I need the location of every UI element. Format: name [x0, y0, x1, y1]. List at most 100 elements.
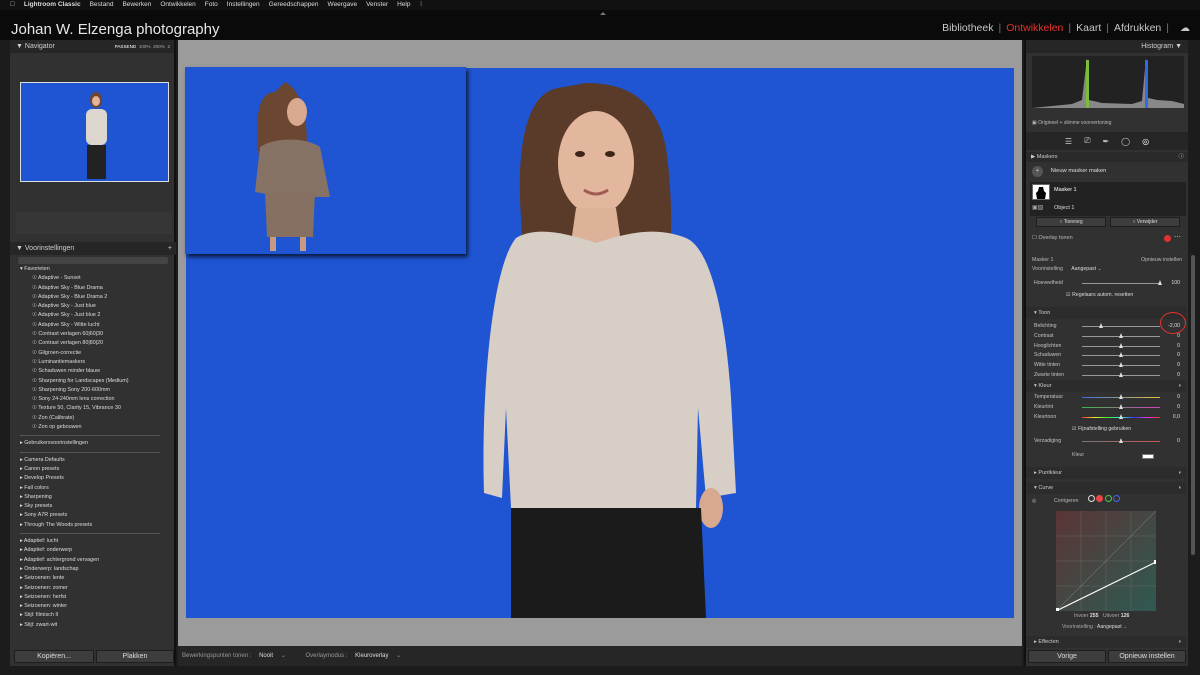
module-bibliotheek[interactable]: Bibliotheek — [942, 22, 993, 34]
slider-knob[interactable] — [1118, 332, 1123, 338]
zoom-fit[interactable]: PASSEND — [115, 44, 137, 49]
heal-icon[interactable]: ✒ — [1102, 137, 1109, 146]
redeye-icon[interactable]: ◯ — [1121, 137, 1130, 146]
point-color-header[interactable]: ▸ Puntkleur ◐ — [1026, 467, 1186, 479]
overlay-toggle[interactable]: ☐ Overlay tonen — [1032, 235, 1073, 241]
new-mask-row[interactable]: + Nieuw masker maken — [1032, 164, 1182, 178]
histogram-header[interactable]: Histogram ▼ — [1026, 40, 1188, 53]
preset-item[interactable]: ☉ Sony 24-240mm lens correction — [16, 395, 172, 404]
channel-rgb[interactable] — [1087, 495, 1095, 502]
sliders-icon[interactable]: ☰ — [1065, 137, 1072, 146]
chevron-down-icon[interactable]: ⌄ — [1098, 266, 1102, 272]
auto-reset-checkbox[interactable]: ☑ Regelaars autom. resetten — [1066, 292, 1133, 298]
remove-mask-button[interactable]: ○ Verwijder — [1110, 217, 1180, 227]
slider-value[interactable]: 0,0 — [1173, 413, 1180, 422]
saturation-slider[interactable]: Verzadiging 0 — [1032, 437, 1180, 446]
menu-instellingen[interactable]: Instellingen — [227, 0, 260, 10]
tone-curve-graph[interactable] — [1055, 510, 1158, 612]
slider-knob[interactable] — [1118, 352, 1123, 358]
eye-icon[interactable]: ◐ — [1179, 467, 1182, 479]
preset-item[interactable]: ☉ Contrast verlagen 60|60|30 — [16, 330, 172, 339]
tone-slider[interactable]: Contrast 0 — [1032, 332, 1180, 341]
preset-item[interactable]: ☉ Gilgroen-correctie — [16, 349, 172, 358]
crop-icon[interactable]: ⎚ — [1084, 136, 1090, 146]
color-section-header[interactable]: ▾ Kleur ◐ — [1026, 380, 1186, 392]
folder-item[interactable]: ▸ Through The Woods presets — [16, 521, 172, 530]
module-afdrukken[interactable]: Afdrukken — [1114, 22, 1161, 34]
preset-item[interactable]: ☉ Texture 50, Clarity 15, Vibrance 30 — [16, 404, 172, 413]
menu-ontwikkelen[interactable]: Ontwikkelen — [160, 0, 195, 10]
main-photo[interactable] — [185, 67, 1014, 618]
slider-value[interactable]: 0 — [1177, 361, 1180, 370]
tone-slider[interactable]: Belichting -2,00 — [1032, 322, 1180, 331]
zoom-200[interactable]: 200% — [153, 44, 165, 49]
slider-knob[interactable] — [1118, 394, 1123, 399]
apple-icon[interactable]:  — [10, 0, 15, 10]
menu-venster[interactable]: Venster — [366, 0, 388, 10]
chevron-down-icon[interactable]: ⌄ — [281, 653, 286, 659]
zoom-100[interactable]: 100% — [139, 44, 151, 49]
histogram-graph[interactable] — [1032, 56, 1184, 108]
menu-help[interactable]: Help — [397, 0, 410, 10]
target-adjust-icon[interactable]: ◎ — [1032, 498, 1037, 504]
overlay-mode-select[interactable]: Kleuroverlay — [355, 653, 388, 659]
navigator-header[interactable]: ▼ Navigator PASSEND 100% 200% 2 — [10, 40, 174, 53]
preset-item[interactable]: ☉ Luminantiemaskers — [16, 358, 172, 367]
preset-item[interactable]: ☉ Schaduwen minder blauw — [16, 367, 172, 376]
color-slider[interactable]: Kleurtoon 0,0 — [1032, 413, 1180, 422]
color-slider[interactable]: Kleurtint 0 — [1032, 403, 1180, 412]
overlay-color-swatch[interactable] — [1164, 235, 1171, 242]
folder-item[interactable]: ▸ Sharpening — [16, 493, 172, 502]
channel-green[interactable] — [1104, 495, 1112, 502]
show-edit-pins-select[interactable]: Nooit — [259, 653, 273, 659]
reset-link[interactable]: Opnieuw instellen — [1141, 255, 1182, 265]
previous-button[interactable]: Vorige — [1028, 650, 1106, 663]
masking-icon[interactable]: ◎ — [1142, 137, 1149, 146]
preset-item[interactable]: ☉ Sharpening for Landscapes (Medium) — [16, 377, 172, 386]
paste-button[interactable]: Plakken — [96, 650, 174, 663]
preset-item[interactable]: ☉ Adaptive Sky - Witte lucht — [16, 321, 172, 330]
chevron-down-icon[interactable]: ⌄ — [396, 653, 401, 659]
preset-row[interactable]: Voorinstelling Aangepast ⌄ — [1032, 266, 1102, 272]
channel-blue[interactable] — [1113, 495, 1121, 502]
collapse-top-icon[interactable] — [600, 12, 606, 15]
script-icon[interactable]: ⌇ — [419, 0, 422, 10]
preset-item[interactable]: ☉ Sharpening Sony 200-600mm — [16, 386, 172, 395]
scroll-thumb[interactable] — [1191, 255, 1195, 555]
preset-item[interactable]: ☉ Adaptive Sky - Just blue 2 — [16, 311, 172, 320]
folder-item[interactable]: ▸ Adaptief: onderwerp — [16, 546, 172, 555]
presets-search[interactable] — [18, 257, 168, 264]
folder-favorites[interactable]: ▾ Favorieten — [16, 265, 172, 274]
folder-item[interactable]: ▸ Seizoenen: winter — [16, 602, 172, 611]
tone-slider[interactable]: Witte tinten 0 — [1032, 361, 1180, 370]
menu-foto[interactable]: Foto — [205, 0, 218, 10]
folder-item[interactable]: ▸ Sky presets — [16, 502, 172, 511]
slider-knob[interactable] — [1118, 372, 1123, 377]
folder-item[interactable]: ▸ Camera Defaults — [16, 456, 172, 465]
plus-circle-icon[interactable]: + — [1032, 166, 1043, 177]
slider-knob[interactable] — [1118, 403, 1123, 409]
preset-item[interactable]: ☉ Adaptive Sky - Blue Drama 2 — [16, 293, 172, 302]
amount-slider[interactable]: Hoeveelheid 100 — [1032, 279, 1180, 288]
zoom-more[interactable]: 2 — [167, 44, 170, 49]
slider-knob[interactable] — [1118, 413, 1123, 419]
preset-item[interactable]: ☉ Adaptive - Sunset — [16, 274, 172, 283]
mask-1-label[interactable]: Masker 1 — [1054, 187, 1077, 193]
folder-item[interactable]: ▸ Canon presets — [16, 465, 172, 474]
folder-item[interactable]: ▸ Adaptief: lucht — [16, 537, 172, 546]
preset-item[interactable]: ☉ Adaptive Sky - Blue Drama — [16, 284, 172, 293]
color-swatch[interactable] — [1142, 454, 1154, 459]
tone-slider[interactable]: Schaduwen 0 — [1032, 351, 1180, 360]
folder-item[interactable]: ▸ Stijl: zwart-wit — [16, 621, 172, 630]
menu-bestand[interactable]: Bestand — [90, 0, 114, 10]
histogram-caption[interactable]: ▣ Origineel + slimme voorvertoning — [1032, 120, 1111, 126]
copy-button[interactable]: Kopiëren... — [14, 650, 94, 663]
preset-item[interactable]: ☉ Contrast verlagen 80|80|20 — [16, 339, 172, 348]
module-kaart[interactable]: Kaart — [1076, 22, 1101, 34]
preset-item[interactable]: ☉ Adaptive Sky - Just blue — [16, 302, 172, 311]
reset-all-button[interactable]: Opnieuw instellen — [1108, 650, 1186, 663]
mask-thumb[interactable] — [1032, 184, 1050, 200]
color-swatch-row[interactable]: Kleur — [1072, 452, 1084, 458]
masks-header[interactable]: ▶ Maskers ⓘ — [1026, 152, 1188, 162]
eye-icon[interactable]: ◐ — [1179, 380, 1182, 392]
